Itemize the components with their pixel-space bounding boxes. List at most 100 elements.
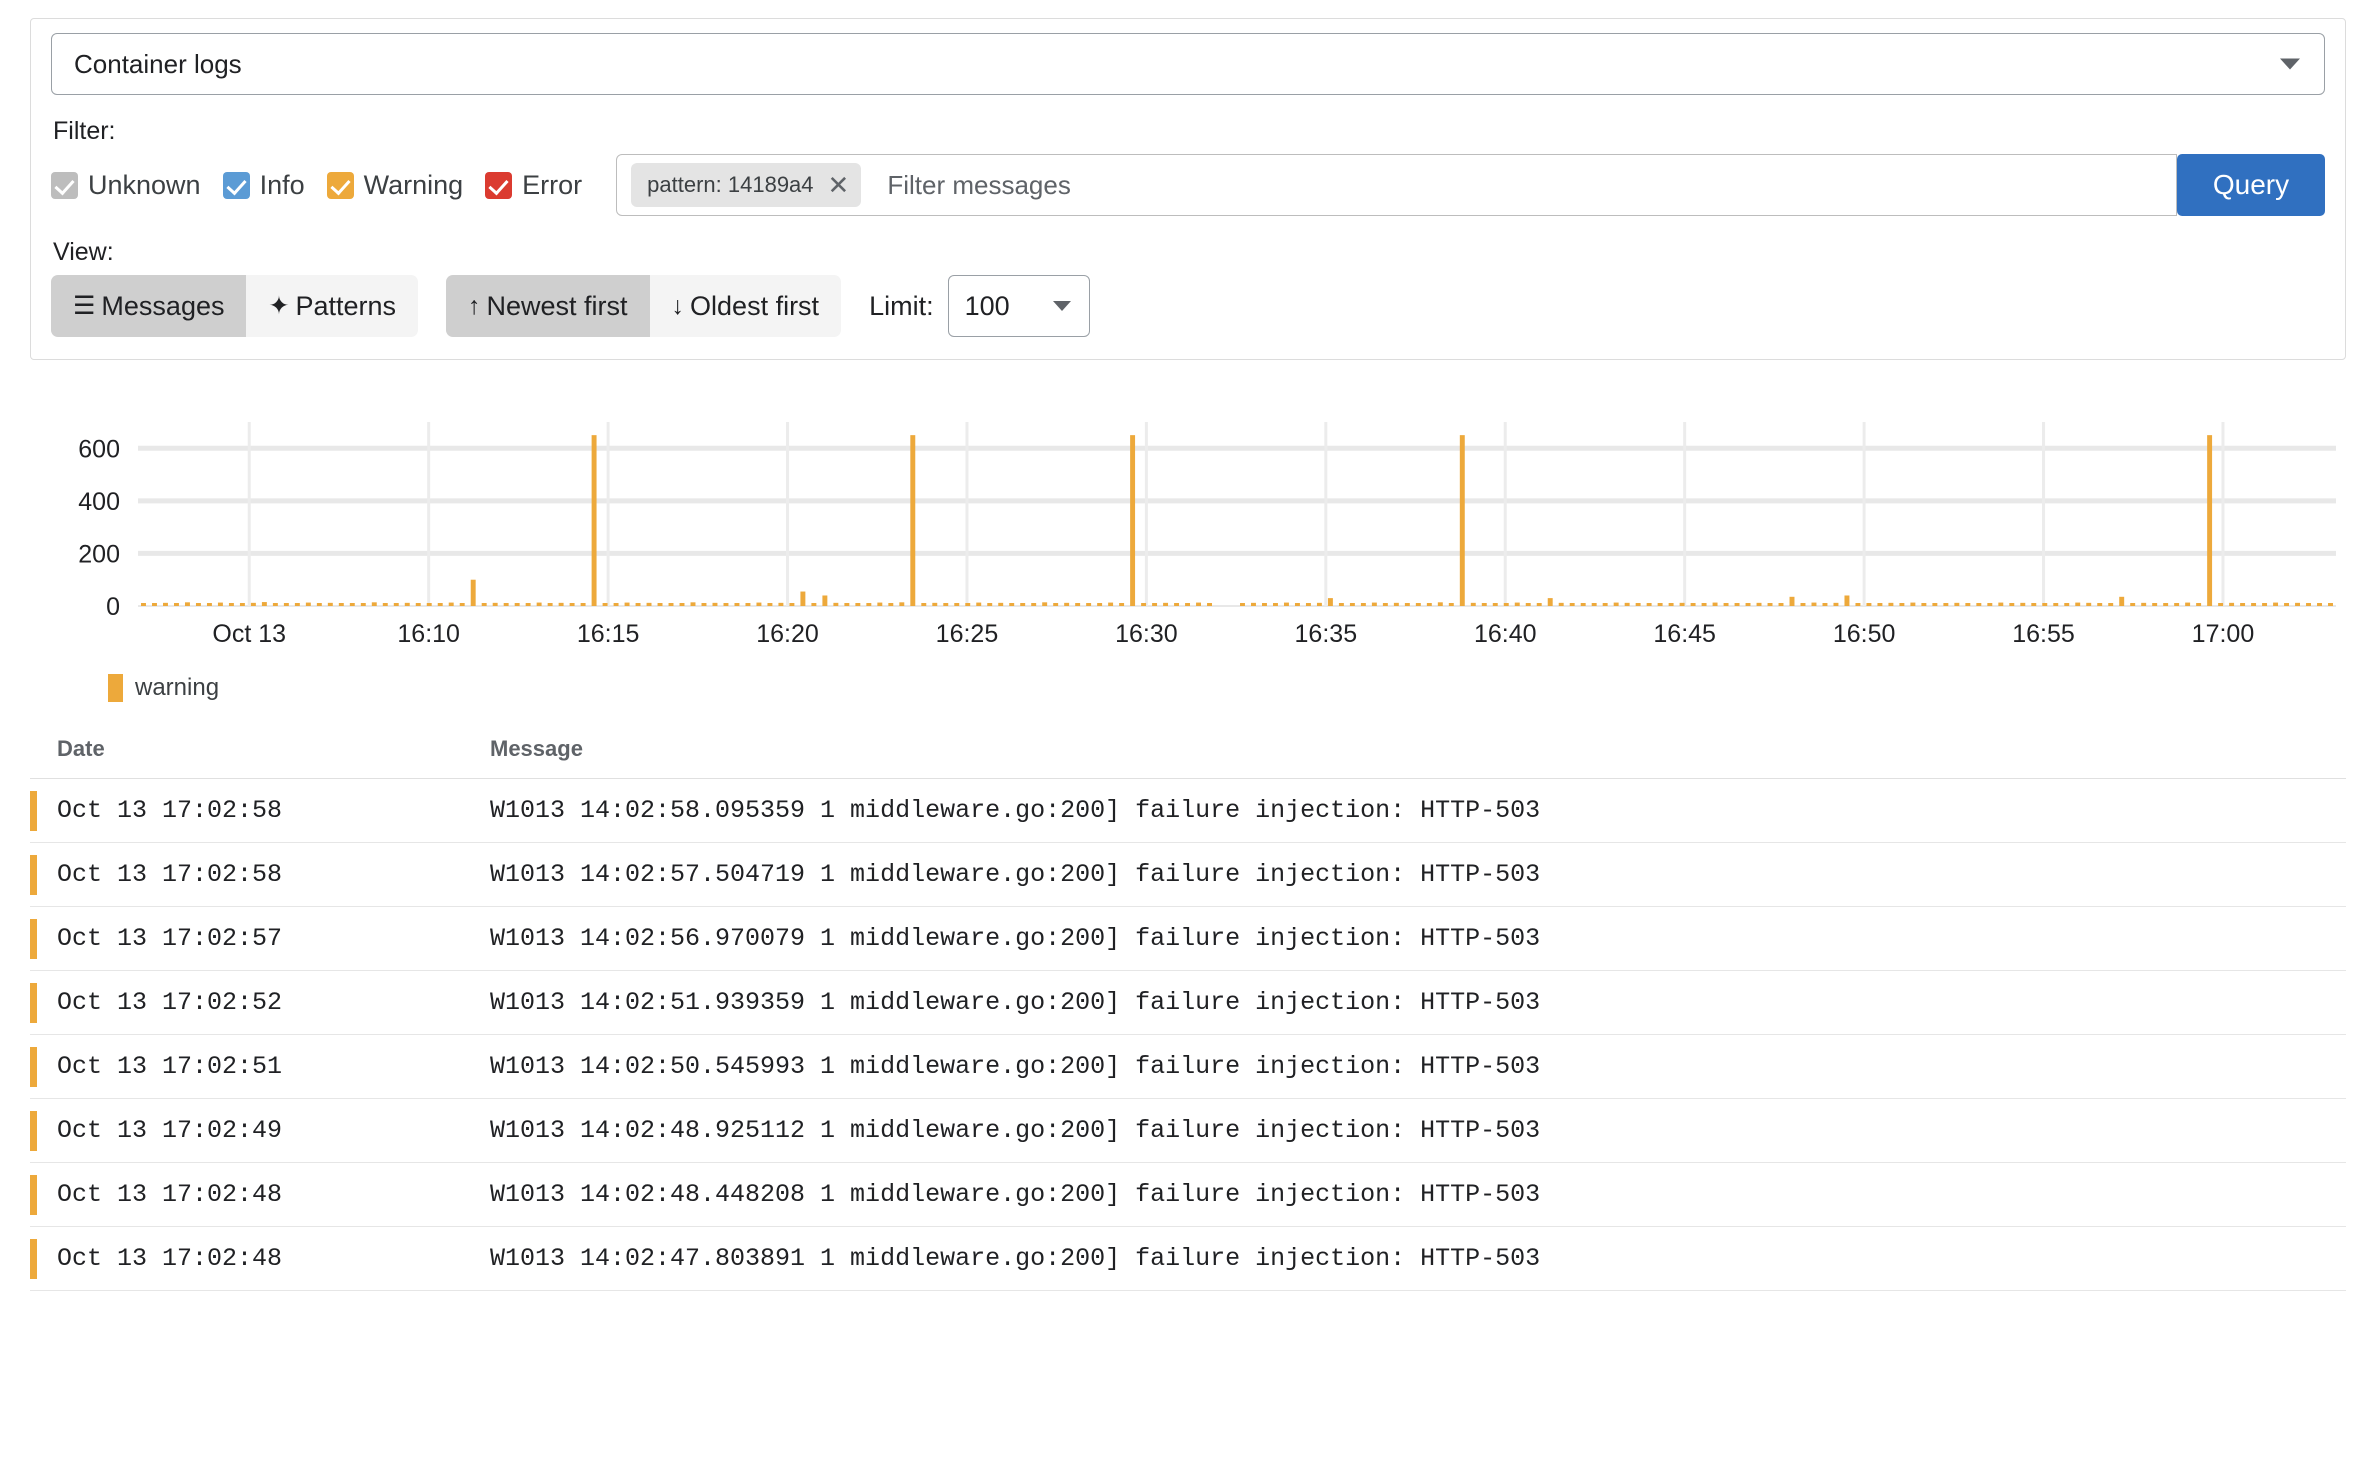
svg-text:600: 600	[78, 435, 120, 463]
legend-label-warning: warning	[135, 674, 220, 701]
cell-message: W1013 14:02:48.448208 1 middleware.go:20…	[490, 1180, 1541, 1209]
cell-message: W1013 14:02:57.504719 1 middleware.go:20…	[490, 860, 1541, 889]
filter-label: Filter:	[53, 117, 116, 145]
sort-order-toggle: ↑ Newest first ↓ Oldest first	[446, 275, 842, 337]
svg-text:16:35: 16:35	[1295, 620, 1358, 648]
severity-indicator	[30, 1111, 37, 1151]
svg-text:16:30: 16:30	[1115, 620, 1178, 648]
svg-text:Oct 13: Oct 13	[212, 620, 286, 648]
cell-message: W1013 14:02:56.970079 1 middleware.go:20…	[490, 924, 1541, 953]
cell-date: Oct 13 17:02:51	[57, 1052, 283, 1081]
log-viewer-page: Container logs Filter: Unknown Info Warn…	[0, 18, 2376, 1291]
svg-text:200: 200	[78, 540, 120, 568]
cell-message: W1013 14:02:47.803891 1 middleware.go:20…	[490, 1244, 1541, 1273]
log-source-value: Container logs	[74, 48, 242, 79]
severity-checkbox-info[interactable]: Info	[222, 169, 305, 201]
tab-messages-label: Messages	[101, 290, 225, 321]
filter-query-box[interactable]: pattern: 14189a4 ✕	[616, 154, 2177, 216]
checkbox-icon	[222, 171, 250, 199]
severity-indicator	[30, 919, 37, 959]
severity-checkbox-warning[interactable]: Warning	[326, 169, 464, 201]
svg-text:16:55: 16:55	[2012, 620, 2075, 648]
tab-patterns-label: Patterns	[295, 290, 396, 321]
column-header-date: Date	[57, 736, 105, 761]
svg-text:16:25: 16:25	[936, 620, 999, 648]
query-button[interactable]: Query	[2177, 154, 2325, 216]
log-volume-chart: 0 200 400 600 Oct 13 16:10 16:15 16:20 16:25 16:3…	[30, 408, 2346, 658]
svg-text:16:40: 16:40	[1474, 620, 1537, 648]
cell-date: Oct 13 17:02:58	[57, 796, 283, 825]
view-row: ☰ Messages ✦ Patterns ↑ Newest first ↓ O…	[51, 275, 2325, 337]
severity-checkbox-error[interactable]: Error	[485, 170, 582, 201]
table-row[interactable]: Oct 13 17:02:48 W1013 14:02:48.448208 1 m…	[30, 1163, 2346, 1227]
legend-swatch-warning	[108, 674, 123, 702]
svg-text:0: 0	[106, 593, 120, 621]
svg-text:16:15: 16:15	[577, 620, 640, 648]
sort-newest-first[interactable]: ↑ Newest first	[446, 275, 650, 337]
sort-newest-label: Newest first	[486, 290, 628, 321]
list-icon: ☰	[73, 291, 96, 320]
log-table-header: Date Message	[30, 736, 2346, 779]
log-source-select[interactable]: Container logs	[51, 33, 2325, 95]
tab-messages[interactable]: ☰ Messages	[51, 275, 247, 337]
cell-date: Oct 13 17:02:57	[57, 924, 283, 953]
cell-message: W1013 14:02:58.095359 1 middleware.go:20…	[490, 796, 1541, 825]
sort-oldest-first[interactable]: ↓ Oldest first	[649, 275, 842, 337]
svg-text:16:20: 16:20	[756, 620, 819, 648]
view-label: View:	[53, 238, 114, 266]
severity-label-info: Info	[259, 169, 305, 200]
search-input[interactable]	[885, 168, 2162, 202]
svg-text:17:00: 17:00	[2192, 620, 2255, 648]
controls-panel: Container logs Filter: Unknown Info Warn…	[30, 18, 2346, 360]
severity-indicator	[30, 1175, 37, 1215]
limit-select[interactable]: 100	[947, 275, 1090, 337]
severity-checkbox-unknown[interactable]: Unknown	[51, 170, 201, 201]
cell-date: Oct 13 17:02:52	[57, 988, 283, 1017]
severity-indicator	[30, 1047, 37, 1087]
table-row[interactable]: Oct 13 17:02:58 W1013 14:02:58.095359 1 m…	[30, 779, 2346, 843]
table-row[interactable]: Oct 13 17:02:48 W1013 14:02:47.803891 1 m…	[30, 1227, 2346, 1291]
severity-indicator	[30, 791, 37, 831]
arrow-up-icon: ↑	[468, 291, 481, 320]
cell-message: W1013 14:02:48.925112 1 middleware.go:20…	[490, 1116, 1541, 1145]
arrow-down-icon: ↓	[671, 291, 685, 320]
chevron-down-icon	[2280, 58, 2300, 70]
cell-date: Oct 13 17:02:48	[57, 1180, 283, 1209]
filter-row: Unknown Info Warning Error pattern: 1418…	[51, 154, 2325, 216]
cell-message: W1013 14:02:50.545993 1 middleware.go:20…	[490, 1052, 1541, 1081]
cell-date: Oct 13 17:02:49	[57, 1116, 283, 1145]
severity-label-error: Error	[522, 169, 583, 200]
cell-date: Oct 13 17:02:48	[57, 1244, 283, 1273]
chart-canvas: 0 200 400 600 Oct 13 16:10 16:15 16:20 16:25 16:3…	[78, 422, 2336, 648]
table-row[interactable]: Oct 13 17:02:51 W1013 14:02:50.545993 1 m…	[30, 1035, 2346, 1099]
svg-text:16:10: 16:10	[397, 620, 460, 648]
table-row[interactable]: Oct 13 17:02:58 W1013 14:02:57.504719 1 m…	[30, 843, 2346, 907]
column-header-message: Message	[490, 736, 583, 761]
svg-text:16:45: 16:45	[1653, 620, 1716, 648]
checkbox-icon	[485, 171, 513, 199]
cell-date: Oct 13 17:02:58	[57, 860, 283, 889]
checkbox-icon	[51, 171, 78, 199]
severity-label-warning: Warning	[363, 169, 464, 200]
log-table-body: Oct 13 17:02:58 W1013 14:02:58.095359 1 m…	[30, 779, 2346, 1291]
sort-oldest-label: Oldest first	[690, 290, 820, 321]
severity-indicator	[30, 1239, 37, 1279]
severity-checkbox-group: Unknown Info Warning Error	[51, 170, 604, 201]
filter-chip-label: pattern: 14189a4	[647, 172, 814, 197]
tab-patterns[interactable]: ✦ Patterns	[246, 275, 418, 337]
cell-message: W1013 14:02:51.939359 1 middleware.go:20…	[490, 988, 1541, 1017]
filter-chip-pattern[interactable]: pattern: 14189a4 ✕	[631, 163, 862, 207]
chevron-down-icon	[1052, 301, 1071, 311]
severity-indicator	[30, 855, 37, 895]
svg-text:16:50: 16:50	[1833, 620, 1896, 648]
table-row[interactable]: Oct 13 17:02:49 W1013 14:02:48.925112 1 m…	[30, 1099, 2346, 1163]
severity-indicator	[30, 983, 37, 1023]
table-row[interactable]: Oct 13 17:02:57 W1013 14:02:56.970079 1 m…	[30, 907, 2346, 971]
close-icon[interactable]: ✕	[826, 172, 852, 198]
checkbox-icon	[326, 171, 354, 199]
table-row[interactable]: Oct 13 17:02:52 W1013 14:02:51.939359 1 m…	[30, 971, 2346, 1035]
log-table: Date Message Oct 13 17:02:58 W1013 14:02:…	[30, 736, 2346, 1291]
limit-label: Limit:	[869, 290, 934, 321]
svg-text:400: 400	[78, 488, 120, 516]
sparkle-icon: ✦	[268, 291, 290, 320]
